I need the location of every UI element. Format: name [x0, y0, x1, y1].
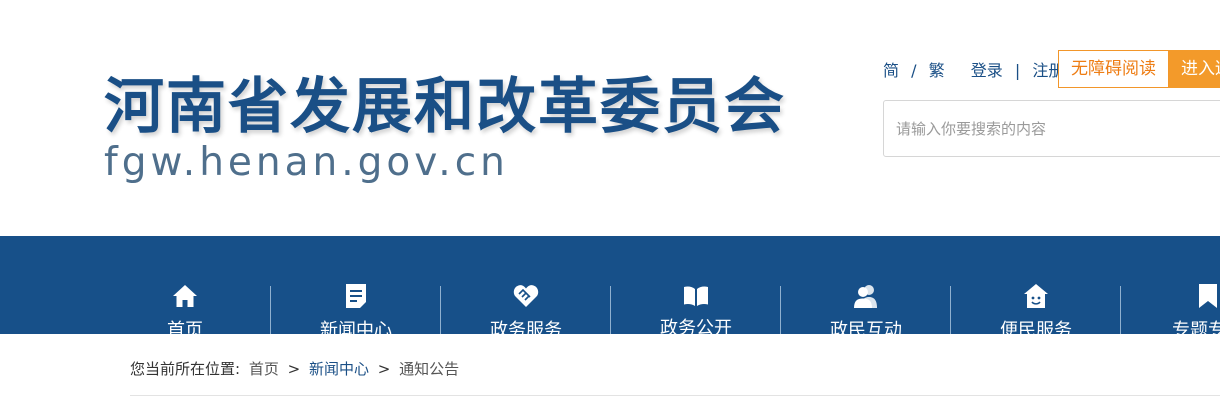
site-title[interactable]: 河南省发展和改革委员会: [104, 58, 786, 145]
nav-item-label: 便民服务: [1000, 320, 1072, 341]
nav-item-home[interactable]: 首页: [100, 236, 270, 341]
breadcrumb-separator: >: [377, 360, 391, 378]
nav-item-label: 专题专栏: [1172, 320, 1220, 334]
breadcrumb-prefix: 您当前所在位置:: [130, 360, 241, 378]
nav-item-label: 政务公开: [660, 318, 732, 339]
nav-item-label: 政务服务: [490, 320, 562, 341]
nav-item-news[interactable]: 新闻中心: [271, 236, 441, 341]
login-link[interactable]: 登录: [971, 61, 1003, 80]
news-icon: [346, 284, 366, 308]
home-icon: [173, 285, 197, 307]
service-house-icon: [1024, 284, 1048, 308]
nav-item-label: 政民互动: [830, 320, 902, 341]
breadcrumb-separator: >: [287, 360, 301, 378]
search-input[interactable]: [883, 100, 1220, 157]
site-domain: fgw.henan.gov.cn: [104, 140, 509, 185]
bookmark-icon: [1199, 284, 1217, 308]
breadcrumb-divider: [130, 395, 1220, 396]
account-separator: |: [1014, 61, 1021, 80]
language-separator: /: [911, 61, 917, 80]
nav-item-government-services[interactable]: 政务服务: [441, 236, 611, 341]
accessibility-reading-button[interactable]: 无障碍阅读: [1058, 50, 1169, 88]
main-nav: 首页 新闻中心 政务服务 政务公开 政民互动 便民服务 专题专: [0, 236, 1220, 341]
nav-item-government-affairs-disclosure[interactable]: 政务公开: [611, 236, 781, 339]
nav-item-label: 首页: [167, 320, 203, 341]
breadcrumb-news-center-link[interactable]: 新闻中心: [309, 360, 369, 378]
handshake-icon: [513, 285, 539, 307]
nav-item-convenience-services[interactable]: 便民服务: [951, 236, 1121, 341]
book-icon: [684, 286, 708, 306]
simplified-chinese-link[interactable]: 简: [883, 61, 899, 80]
top-links: 简 / 繁 登录 | 注册: [883, 57, 1064, 81]
nav-item-public-interaction[interactable]: 政民互动: [781, 236, 951, 341]
enter-elderly-mode-button[interactable]: 进入适: [1169, 50, 1220, 88]
breadcrumb-current[interactable]: 通知公告: [399, 360, 459, 378]
users-icon: [854, 285, 877, 308]
nav-item-label: 新闻中心: [320, 320, 392, 341]
nav-item-special-topics[interactable]: 专题专栏: [1121, 236, 1220, 334]
breadcrumb: 您当前所在位置: 首页 > 新闻中心 > 通知公告: [130, 358, 459, 379]
traditional-chinese-link[interactable]: 繁: [929, 61, 945, 80]
breadcrumb-home-link[interactable]: 首页: [249, 360, 279, 378]
